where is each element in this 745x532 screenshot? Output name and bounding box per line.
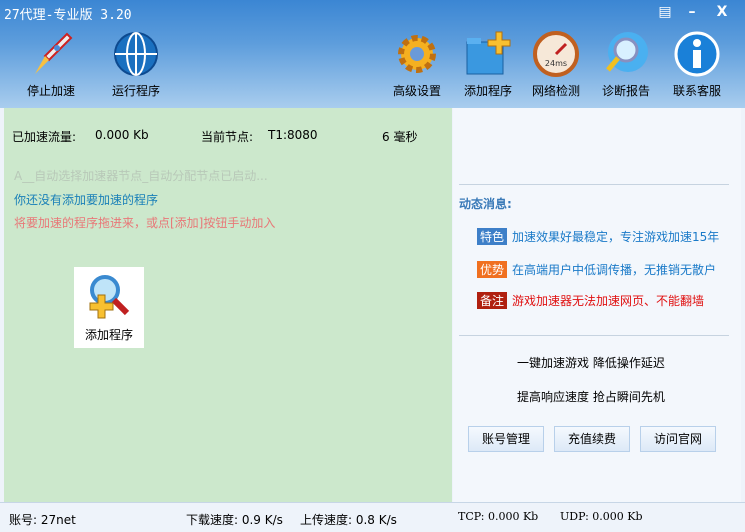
news-item: 特色 加速效果好最稳定，专注游戏加速15年 (477, 228, 719, 245)
feature-tag: 特色 (477, 228, 508, 245)
stop-accel-label: 停止加速 (26, 84, 75, 98)
add-program-toolbar-button[interactable]: 添加程序 (452, 30, 524, 99)
traffic-label: 已加速流量: (12, 130, 77, 144)
close-icon: X (716, 4, 728, 20)
news-item: 优势 在高端用户中低调传播，无推销无散户 (477, 261, 716, 278)
slogan: 一键加速游戏 降低操作延迟 (517, 356, 665, 370)
note-tag: 备注 (477, 292, 508, 309)
account-manage-button[interactable]: 账号管理 (468, 426, 544, 452)
magnifier-icon (606, 32, 648, 72)
advanced-settings-label: 高级设置 (392, 84, 441, 98)
magnifier-add-icon (89, 275, 130, 319)
auto-node-message: A__自动选择加速器节点_自动分配节点已启动... (14, 169, 268, 183)
info-panel: 动态消息: 特色 加速效果好最稳定，专注游戏加速15年 优势 在高端用户中低调传播，… (453, 108, 741, 502)
run-program-label: 运行程序 (111, 84, 160, 98)
udp-traffic: UDP: 0.000 Kb (560, 510, 643, 523)
run-program-button[interactable]: 运行程序 (100, 30, 172, 99)
add-program-tile-label: 添加程序 (84, 328, 133, 342)
diagnose-report-button[interactable]: 诊断报告 (590, 30, 662, 99)
program-panel[interactable]: 已加速流量: 0.000 Kb 当前节点: T1:8080 6 毫秒 A__自动… (4, 108, 452, 502)
menu-icon: ▤ (658, 4, 672, 20)
contact-support-button[interactable]: 联系客服 (661, 30, 733, 99)
rocket-icon (35, 32, 73, 74)
download-speed: 下载速度: 0.9 K/s (186, 513, 283, 527)
network-check-label: 网络检测 (531, 84, 580, 98)
recharge-button[interactable]: 充值续费 (554, 426, 630, 452)
gear-icon (398, 35, 436, 73)
visit-website-button[interactable]: 访问官网 (640, 426, 716, 452)
folder-add-icon (466, 31, 511, 75)
contact-support-label: 联系客服 (672, 84, 721, 98)
globe-icon (114, 32, 158, 76)
menu-button[interactable]: ▤ (652, 2, 678, 22)
account-status: 账号: 27net (9, 513, 76, 527)
divider (459, 184, 729, 185)
add-program-tile[interactable]: 添加程序 (74, 267, 144, 348)
no-program-message: 你还没有添加要加速的程序 (14, 193, 159, 207)
header: 27代理-专业版 3.20 ▤ – X 停止加速 运行程序 高级设置 添加程序 … (0, 0, 745, 108)
node-value: T1:8080 (268, 128, 318, 142)
svg-text:24ms: 24ms (545, 59, 567, 68)
divider (459, 335, 729, 336)
minimize-icon: – (688, 4, 696, 20)
window-title: 27代理-专业版 3.20 (4, 8, 132, 23)
traffic-value: 0.000 Kb (95, 128, 149, 142)
add-program-toolbar-label: 添加程序 (463, 84, 512, 98)
network-check-button[interactable]: 24ms 网络检测 (520, 30, 592, 99)
tcp-traffic: TCP: 0.000 Kb (458, 510, 539, 523)
close-button[interactable]: X (709, 2, 735, 22)
advantage-tag: 优势 (477, 261, 508, 278)
news-text: 在高端用户中低调传播，无推销无散户 (512, 263, 717, 277)
news-text: 游戏加速器无法加速网页、不能翻墙 (512, 294, 705, 308)
news-text: 加速效果好最稳定，专注游戏加速15年 (512, 230, 720, 244)
speedometer-icon: 24ms (533, 31, 579, 77)
latency-value: 6 毫秒 (382, 130, 418, 144)
slogan: 提高响应速度 抢占瞬间先机 (517, 390, 665, 404)
minimize-button[interactable]: – (679, 2, 705, 22)
news-item: 备注 游戏加速器无法加速网页、不能翻墙 (477, 292, 704, 309)
diagnose-report-label: 诊断报告 (601, 84, 650, 98)
drag-hint-message: 将要加速的程序拖进来，或点[添加]按钮手动加入 (14, 216, 276, 230)
stop-accel-button[interactable]: 停止加速 (15, 30, 87, 99)
advanced-settings-button[interactable]: 高级设置 (381, 30, 453, 99)
news-title: 动态消息: (459, 197, 512, 211)
upload-speed: 上传速度: 0.8 K/s (300, 513, 397, 527)
node-label: 当前节点: (201, 130, 254, 144)
info-icon (674, 31, 720, 77)
status-bar: 账号: 27net 下载速度: 0.9 K/s 上传速度: 0.8 K/s TC… (0, 502, 745, 532)
